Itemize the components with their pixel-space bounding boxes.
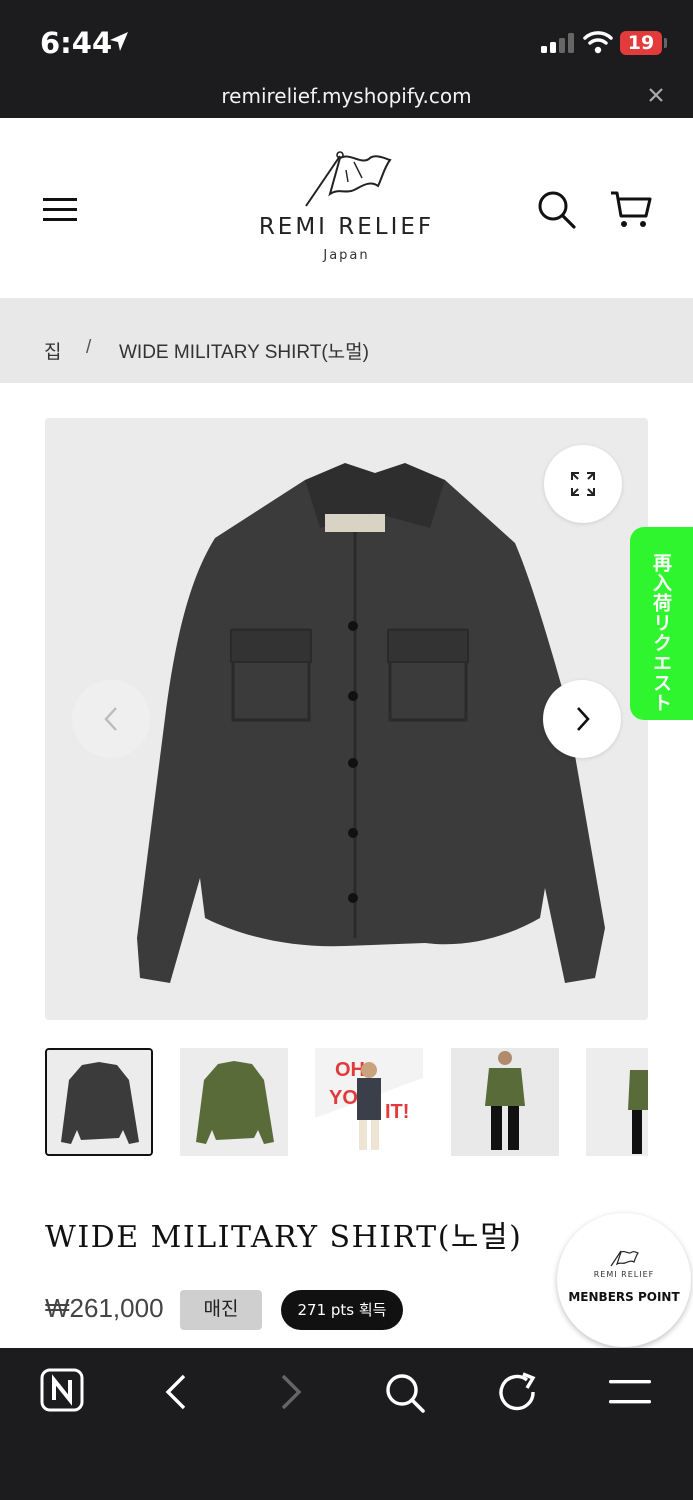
status-time: 6:44 (40, 26, 113, 60)
gallery-next-button[interactable] (543, 680, 621, 758)
restock-request-tab[interactable]: 再入荷リクエスト (630, 527, 693, 720)
breadcrumb-separator: / (86, 337, 92, 358)
thumbnail-5[interactable] (586, 1048, 648, 1156)
cart-icon[interactable] (610, 190, 652, 235)
expand-arrows-icon (571, 472, 595, 496)
brand-logo-text[interactable]: REMI RELIEF (0, 214, 693, 240)
svg-text:OH: OH (335, 1059, 365, 1081)
thumbnail-4[interactable] (451, 1048, 559, 1156)
back-arrow-icon[interactable] (162, 1372, 190, 1417)
fullscreen-zoom-button[interactable] (544, 445, 622, 523)
battery-tip (664, 38, 667, 48)
breadcrumb-home-link[interactable]: 집 (44, 337, 61, 364)
points-badge: 271 pts 획득 (281, 1290, 403, 1330)
location-arrow-icon (108, 30, 130, 59)
site-header: REMI RELIEF Japan (0, 118, 693, 298)
sold-out-badge: 매진 (180, 1290, 262, 1330)
naver-home-icon[interactable] (40, 1368, 86, 1419)
flag-logo-icon[interactable] (300, 150, 396, 213)
chevron-left-icon (104, 707, 117, 731)
svg-text:IT!: IT! (385, 1101, 409, 1123)
battery-indicator: 19 (620, 31, 662, 55)
chevron-right-icon (577, 707, 590, 731)
breadcrumb-current: WIDE MILITARY SHIRT(노멀) (119, 342, 369, 363)
cellular-signal-icon (541, 33, 575, 58)
address-bar-url[interactable]: remirelief.myshopify.com (0, 84, 693, 108)
wifi-icon (583, 30, 613, 59)
members-point-label: MENBERS POINT (568, 1290, 680, 1304)
product-price: ₩261,000 (45, 1293, 164, 1323)
thumbnail-2[interactable] (180, 1048, 288, 1156)
gallery-prev-button[interactable] (72, 680, 150, 758)
restock-request-label: 再入荷リクエスト (650, 553, 672, 713)
members-brand-text: REMI RELIEF (593, 1270, 655, 1279)
close-icon[interactable] (645, 84, 667, 111)
thumbnail-3[interactable]: OH YO IT! (315, 1048, 423, 1156)
thumbnail-1[interactable] (45, 1048, 153, 1156)
breadcrumb: 집 / WIDE MILITARY SHIRT(노멀) (0, 298, 693, 383)
flag-logo-icon (609, 1249, 639, 1272)
menu-icon[interactable] (609, 1380, 653, 1409)
brand-logo-subtext: Japan (323, 248, 370, 263)
svg-text:YO: YO (329, 1087, 358, 1109)
browser-bottom-bar (0, 1348, 693, 1500)
members-point-button[interactable]: REMI RELIEF MENBERS POINT (557, 1213, 691, 1347)
status-bar: 6:44 19 remirelief.myshopify.com (0, 0, 693, 118)
product-title: WIDE MILITARY SHIRT(노멀) (45, 1220, 523, 1255)
reload-icon[interactable] (497, 1372, 539, 1419)
search-icon[interactable] (384, 1372, 426, 1419)
search-icon[interactable] (537, 190, 577, 235)
forward-arrow-icon[interactable] (277, 1372, 305, 1417)
